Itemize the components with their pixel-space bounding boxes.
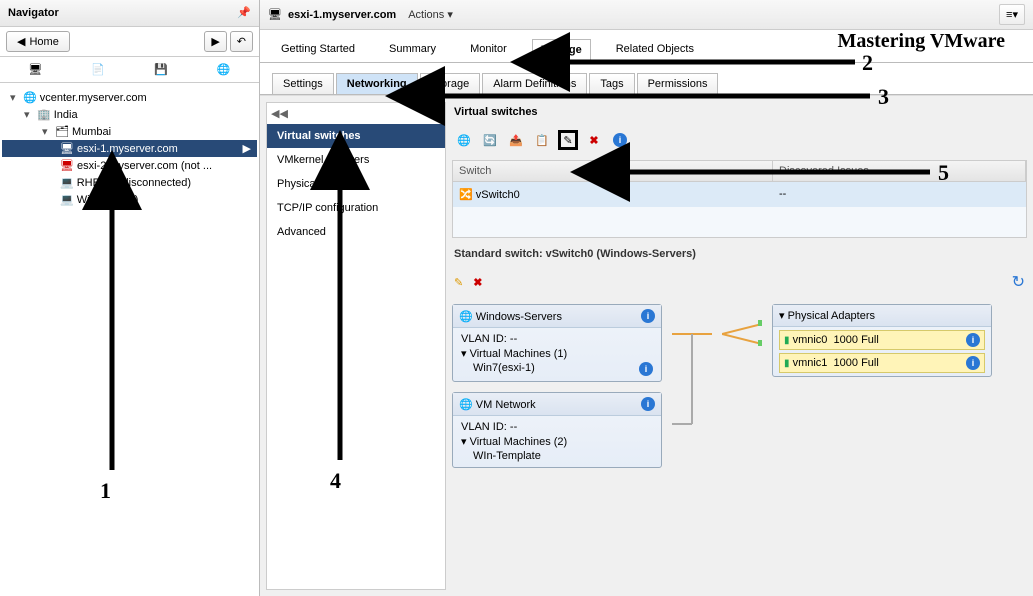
col-switch: Switch [453,161,773,181]
tree-vm-rhel6[interactable]: 💻RHEL-6 (disconnected) [2,174,257,191]
col-issues: Discovered Issues [773,161,1026,181]
page-title: esxi-1.myserver.com [288,9,396,21]
vswitch-icon: 🔀 [459,189,473,201]
nic-vmnic1[interactable]: ▮ vmnic1 1000 Full i [779,353,985,373]
info-icon[interactable]: i [641,309,655,323]
edit-settings-icon[interactable]: ✎ [558,130,578,150]
refresh-icon[interactable]: 🔄 [480,130,500,150]
tab-summary[interactable]: Summary [380,38,445,62]
vms-templates-icon[interactable]: 📄 [87,63,109,76]
info-icon[interactable]: i [610,130,630,150]
menu-advanced[interactable]: Advanced [267,220,445,244]
remove-icon[interactable]: ✖ [584,130,604,150]
nav-toolbar: 🖥 📄 💾 🌐 [0,57,259,83]
tree-host-esxi2[interactable]: 🖥esxi-2.myserver.com (not ... [2,157,257,174]
chevron-left-icon: ◀ [17,35,25,48]
tree-datacenter[interactable]: ▾🏢India [2,106,257,123]
storage-icon[interactable]: 💾 [150,63,172,76]
nic-icon: ▮ [784,358,790,369]
tree-vcenter[interactable]: ▾🌐vcenter.myserver.com [2,89,257,106]
vswitch-table: Switch Discovered Issues 🔀 vSwitch0 -- [452,160,1027,238]
stab-storage[interactable]: Storage [420,73,481,94]
vswitch-toolbar: 🌐 🔄 📤 📋 ✎ ✖ i [452,128,1027,156]
info-icon[interactable]: i [639,362,653,376]
nic-vmnic0[interactable]: ▮ vmnic0 1000 Full i [779,330,985,350]
info-icon[interactable]: i [966,356,980,370]
stab-alarm-definitions[interactable]: Alarm Definitions [482,73,587,94]
stab-networking[interactable]: Networking [336,73,418,94]
standard-switch-title: Standard switch: vSwitch0 (Windows-Serve… [452,242,1027,266]
edit-icon[interactable]: ✎ [454,276,463,289]
tree-cluster[interactable]: ▾🗂Mumbai [2,123,257,140]
menu-tcpip[interactable]: TCP/IP configuration [267,196,445,220]
stab-settings[interactable]: Settings [272,73,334,94]
navigator-header: Navigator 📌 [0,0,259,27]
tab-monitor[interactable]: Monitor [461,38,516,62]
virtual-switches-title: Virtual switches [452,102,1027,124]
main-panel: 🖥 esxi-1.myserver.com Actions ▾ ≡▾ Getti… [260,0,1033,596]
physical-adapters-box: ▾ Physical Adapters ▮ vmnic0 1000 Full i… [772,304,992,377]
stab-permissions[interactable]: Permissions [637,73,719,94]
menu-physical-adapters[interactable]: Physical adapters [267,172,445,196]
stab-tags[interactable]: Tags [589,73,634,94]
tab-getting-started[interactable]: Getting Started [272,38,364,62]
tab-manage[interactable]: Manage [532,39,591,63]
nav-back-button[interactable]: ◀ Home [6,31,70,52]
table-row[interactable]: 🔀 vSwitch0 -- [453,182,1026,207]
portgroup-icon: 🌐 [459,399,473,411]
breadcrumb-home: Home [29,36,58,48]
host-icon: 🖥 [268,8,282,21]
tree-vm-win7[interactable]: 💻Win7(esxi-1) [2,191,257,208]
portgroup-icon: 🌐 [459,311,473,323]
navigator-panel: Navigator 📌 ◀ Home ▶ ↶ 🖥 📄 💾 🌐 ▾🌐vcenter… [0,0,260,596]
networking-submenu: ◀◀ Virtual switches VMkernel adapters Ph… [266,102,446,590]
nav-history-button[interactable]: ↶ [230,31,253,52]
reload-icon[interactable]: ↻ [1012,272,1025,292]
panel-menu-icon[interactable]: ≡▾ [999,4,1025,25]
topology-diagram: 🌐 Windows-Serversi VLAN ID: -- ▾ Virtual… [452,304,1027,468]
tab-related-objects[interactable]: Related Objects [607,38,703,62]
pin-icon[interactable]: 📌 [237,6,251,20]
nic-icon: ▮ [784,335,790,346]
navigator-title: Navigator [8,7,59,19]
migrate-icon[interactable]: 📤 [506,130,526,150]
delete-icon[interactable]: ✖ [473,276,482,289]
actions-menu[interactable]: Actions ▾ [408,8,453,21]
info-icon[interactable]: i [641,397,655,411]
collapse-icon[interactable]: ◀◀ [267,103,445,124]
menu-virtual-switches[interactable]: Virtual switches [267,124,445,148]
networking-icon[interactable]: 🌐 [213,63,235,76]
portgroup-windows-servers[interactable]: 🌐 Windows-Serversi VLAN ID: -- ▾ Virtual… [452,304,662,382]
menu-vmkernel-adapters[interactable]: VMkernel adapters [267,148,445,172]
inventory-tree: ▾🌐vcenter.myserver.com ▾🏢India ▾🗂Mumbai … [0,83,259,596]
secondary-tabs: Settings Networking Storage Alarm Defini… [260,67,1033,95]
watermark: Mastering VMware [837,30,1005,53]
topology-connector [722,304,762,384]
tree-host-esxi1[interactable]: 🖥esxi-1.myserver.com▶ [2,140,257,157]
hosts-clusters-icon[interactable]: 🖥 [24,63,46,76]
add-host-networking-icon[interactable]: 🌐 [454,130,474,150]
topology-connector [672,304,712,464]
nav-forward-button[interactable]: ▶ [204,31,226,52]
info-icon[interactable]: i [966,333,980,347]
portgroup-vm-network[interactable]: 🌐 VM Networki VLAN ID: -- ▾ Virtual Mach… [452,392,662,468]
manage-icon[interactable]: 📋 [532,130,552,150]
